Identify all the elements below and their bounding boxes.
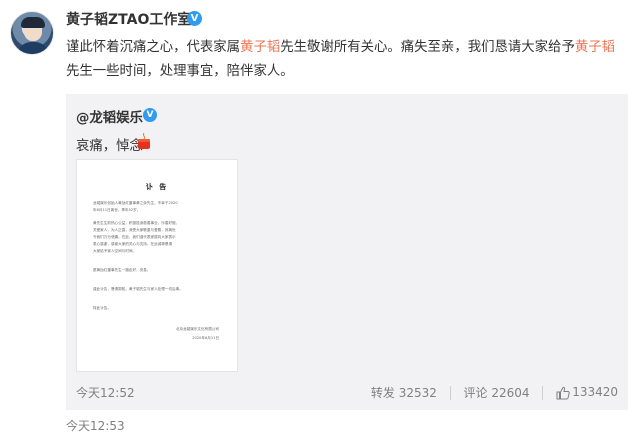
repost-text: 哀痛，悼念 (76, 139, 143, 154)
forward-button[interactable]: 转发 32532 (371, 384, 437, 401)
post-username[interactable]: 黄子韬ZTAO工作室 (66, 9, 191, 29)
repost-card: @龙韬娱乐 V 哀痛，悼念 讣 告 龙韬娱乐创始人黄劢红董事黄之余先生，不幸于2… (66, 94, 628, 410)
document-date: 2020年6月11日 (192, 336, 219, 340)
post-text-part: 先生一些时间，处理事宜，陪伴家人。 (66, 64, 294, 79)
document-line: 特此讣告。 (93, 306, 111, 310)
document-line: 关爱家人，为人正直，深受大家敬重与爱戴，其离世 (93, 228, 176, 232)
document-signature: 北京龙韬娱乐文化有限公司 (175, 327, 219, 331)
avatar[interactable] (10, 11, 54, 55)
comment-button[interactable]: 评论 22604 (464, 384, 530, 401)
divider (449, 385, 451, 400)
post-text-part: 先生敬谢所有关心。痛失至亲，我们恳请大家给予 (280, 40, 575, 55)
document-line: 大家给予家人空间与时间。 (93, 249, 137, 253)
post-text: 谨此怀着沉痛之心，代表家属黄子韬先生敬谢所有关心。痛失至亲，我们恳请大家给予黄子… (66, 36, 628, 84)
verified-badge-icon: V (143, 108, 157, 122)
repost-username[interactable]: @龙韬娱乐 (76, 106, 143, 126)
like-button[interactable]: 133420 (556, 385, 618, 400)
like-count: 133420 (572, 385, 618, 400)
divider (542, 385, 544, 400)
mention-link[interactable]: 黄子韬 (240, 40, 280, 55)
repost-action-bar: 转发 32532 评论 22604 133420 (371, 384, 618, 401)
avatar-hair-shape (21, 17, 45, 28)
like-icon (556, 386, 570, 400)
document-line: 令我们万分悲痛。在此，我们谨代表家属向大家表示 (93, 235, 176, 239)
avatar-body-shape (17, 42, 49, 54)
post-timestamp[interactable]: 今天12:53 (66, 417, 125, 434)
document-line: 年6月11日离世，享年52岁。 (93, 208, 141, 212)
document-title: 讣 告 (145, 183, 169, 191)
candle-icon (138, 132, 150, 149)
verified-badge-icon: V (187, 11, 202, 26)
document-line: 黄先生生前热心公益，积极投身慈善事业，乐善好施， (93, 221, 180, 225)
document-line: 龙韬娱乐创始人黄劢红董事黄之余先生，不幸于2020 (93, 201, 178, 205)
post-text-part: 谨此怀着沉痛之心，代表家属 (66, 40, 241, 55)
obituary-document[interactable]: 讣 告 龙韬娱乐创始人黄劢红董事黄之余先生，不幸于2020 年6月11日离世，享… (76, 159, 238, 372)
document-line: 愿黄劢红董事先生一路走好，安息。 (93, 268, 151, 272)
document-line: 谨此讣告，恳请周知。黄子韬先生与家人处理一切后事。 (93, 287, 183, 291)
repost-timestamp[interactable]: 今天12:52 (76, 384, 135, 401)
mention-link[interactable]: 黄子韬 (575, 40, 615, 55)
document-line: 衷心感谢，感谢大家的关心与支持，在此诚挚恳请 (93, 242, 173, 246)
